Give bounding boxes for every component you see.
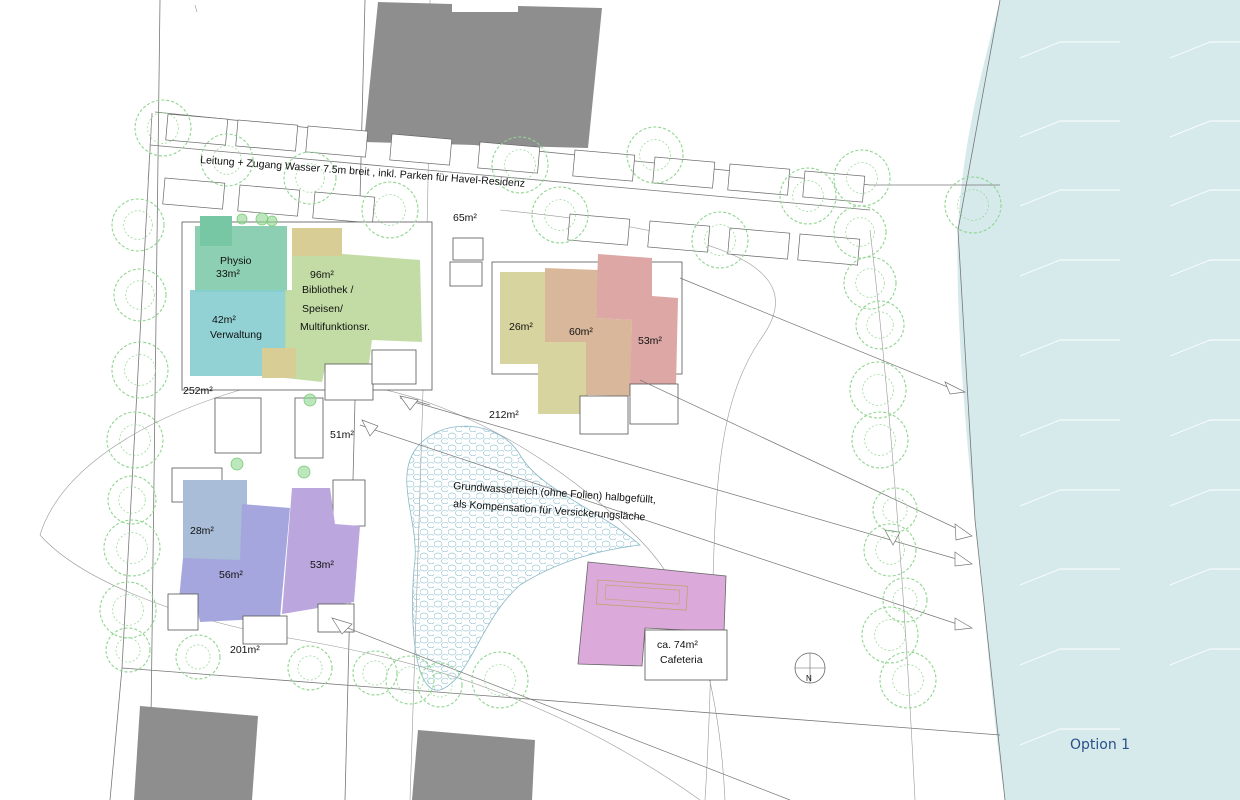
tree-crown	[864, 424, 896, 456]
tree	[352, 650, 398, 696]
room-26-label: 26m²	[509, 321, 533, 333]
tree	[843, 256, 897, 310]
annex-bottom	[262, 348, 296, 378]
tree	[872, 487, 918, 533]
total-252-label: 252m²	[183, 385, 213, 397]
cafeteria-building	[577, 561, 728, 681]
room-53-top-label: 53m²	[638, 335, 662, 347]
building-c	[167, 467, 366, 645]
room-28-label: 28m²	[190, 525, 214, 537]
room-60-label: 60m²	[569, 326, 593, 338]
bibliothek-label-2: Speisen/	[302, 303, 343, 315]
tree-crown	[116, 532, 148, 564]
tree	[111, 198, 165, 252]
tree-crown	[484, 664, 516, 696]
verwaltung-label: Verwaltung	[210, 329, 262, 341]
bibliothek-area-label: 96m²	[310, 269, 334, 281]
tree-crown	[123, 210, 153, 240]
tree-crown	[362, 660, 388, 686]
tree	[113, 268, 167, 322]
tree	[833, 205, 887, 259]
room-56-label: 56m²	[219, 569, 243, 581]
room-53-bottom-label: 53m²	[310, 559, 334, 571]
tree-crown	[866, 311, 894, 339]
bibliothek-label-1: Bibliothek /	[302, 284, 353, 296]
room-physio-corner	[200, 216, 232, 246]
tree-crown	[862, 374, 894, 406]
tree	[175, 634, 221, 680]
tree	[99, 581, 157, 639]
tree	[879, 651, 937, 709]
total-201-label: 201m²	[230, 644, 260, 656]
tree	[111, 341, 169, 399]
room-26-lower	[538, 342, 586, 414]
tree-crown	[874, 619, 906, 651]
bibliothek-label-3: Multifunktionsr.	[300, 321, 370, 333]
tree-crown	[892, 587, 918, 613]
tree	[471, 651, 529, 709]
tree-crown	[112, 594, 144, 626]
room-28	[183, 480, 247, 560]
area-65-label: 65m²	[453, 212, 477, 224]
river	[957, 0, 1240, 800]
total-212-label: 212m²	[489, 409, 519, 421]
annex-top	[292, 228, 342, 256]
tree-crown	[855, 268, 885, 298]
tree-crown	[125, 280, 155, 310]
tree-crown	[124, 354, 156, 386]
tree	[849, 361, 907, 419]
tree-crown	[115, 637, 141, 663]
tree	[287, 645, 333, 691]
tree-crown	[118, 486, 146, 514]
tree-crown	[185, 644, 211, 670]
verwaltung-area-label: 42m²	[212, 314, 236, 326]
tree	[882, 577, 928, 623]
tree	[105, 627, 151, 673]
physio-label: Physio	[220, 255, 252, 267]
tree-crown	[297, 655, 323, 681]
option-label: Option 1	[1070, 737, 1130, 753]
access-road-label: Leitung + Zugang Wasser 7.5m breit , ink…	[200, 154, 526, 190]
cafeteria-label: Cafeteria	[660, 654, 703, 666]
area-51-label: 51m²	[330, 429, 354, 441]
tree-crown	[882, 497, 908, 523]
cafeteria-area-label: ca. 74m²	[657, 639, 698, 651]
north-label: N	[806, 674, 812, 683]
tree	[103, 519, 161, 577]
tree-crown	[374, 194, 406, 226]
physio-area-label: 33m²	[216, 268, 240, 280]
site-plan: Leitung + Zugang Wasser 7.5m breit , ink…	[39, 0, 1240, 800]
tree	[851, 411, 909, 469]
